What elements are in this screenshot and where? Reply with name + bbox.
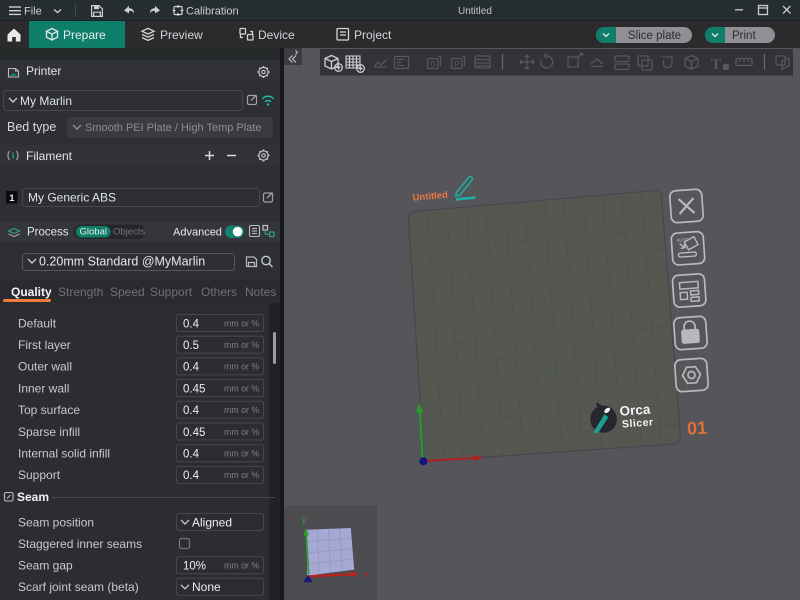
- svg-text:mm or %: mm or %: [224, 318, 259, 328]
- svg-text:Speed: Speed: [110, 285, 145, 299]
- svg-text:Default: Default: [18, 316, 57, 330]
- svg-text:Device: Device: [258, 28, 295, 42]
- svg-text:0.45: 0.45: [183, 427, 205, 439]
- svg-text:Support: Support: [18, 468, 61, 482]
- svg-text:Process: Process: [27, 227, 69, 239]
- svg-text:1: 1: [9, 193, 15, 204]
- svg-text:y: y: [302, 515, 307, 526]
- svg-text:Preview: Preview: [160, 28, 203, 42]
- svg-text:mm or %: mm or %: [224, 449, 259, 459]
- svg-text:Top surface: Top surface: [18, 403, 80, 417]
- svg-text:0.4: 0.4: [183, 449, 200, 461]
- svg-text:Smooth PEI Plate / High Temp P: Smooth PEI Plate / High Temp Plate: [85, 122, 262, 134]
- svg-text:Objects: Objects: [113, 227, 145, 238]
- svg-text:Inner wall: Inner wall: [18, 381, 69, 395]
- svg-text:mm or %: mm or %: [224, 561, 259, 571]
- svg-text:My Generic ABS: My Generic ABS: [28, 191, 116, 205]
- svg-text:0.45: 0.45: [183, 383, 205, 395]
- svg-text:x: x: [365, 570, 370, 581]
- svg-text:0: 0: [431, 59, 436, 69]
- svg-text:Aligned: Aligned: [192, 515, 232, 529]
- svg-text:First layer: First layer: [18, 338, 71, 352]
- svg-text:Project: Project: [354, 28, 392, 42]
- svg-text:Notes: Notes: [245, 285, 276, 299]
- svg-text:Seam position: Seam position: [18, 515, 94, 529]
- svg-text:10%: 10%: [183, 561, 206, 573]
- svg-text:mm or %: mm or %: [224, 427, 259, 437]
- svg-text:Slice plate: Slice plate: [628, 30, 681, 42]
- svg-text:File: File: [24, 6, 42, 18]
- svg-text:Print: Print: [732, 30, 756, 42]
- svg-text:None: None: [192, 580, 221, 594]
- svg-text:mm or %: mm or %: [224, 340, 259, 350]
- svg-text:Bed type: Bed type: [7, 120, 56, 134]
- svg-text:Others: Others: [201, 285, 237, 299]
- svg-text:Sparse infill: Sparse infill: [18, 425, 80, 439]
- svg-text:0.5: 0.5: [183, 340, 199, 352]
- svg-text:Slicer: Slicer: [622, 416, 654, 430]
- svg-text:0.20mm Standard @MyMarlin: 0.20mm Standard @MyMarlin: [39, 255, 205, 269]
- svg-text:mm or %: mm or %: [224, 362, 259, 372]
- svg-text:Prepare: Prepare: [63, 28, 106, 42]
- svg-text:Advanced: Advanced: [173, 227, 222, 239]
- svg-text:Internal solid infill: Internal solid infill: [18, 447, 110, 461]
- svg-text:0.4: 0.4: [183, 362, 200, 374]
- svg-text:Support: Support: [150, 285, 193, 299]
- svg-text:Filament: Filament: [26, 149, 73, 163]
- svg-text:Scarf joint seam (beta): Scarf joint seam (beta): [18, 580, 139, 594]
- svg-text:0.4: 0.4: [183, 405, 200, 417]
- svg-text:Seam gap: Seam gap: [18, 559, 73, 573]
- svg-text:T: T: [711, 57, 721, 73]
- svg-text:Calibration: Calibration: [186, 6, 239, 18]
- svg-text:AUTO: AUTO: [676, 237, 689, 243]
- svg-text:0.4: 0.4: [183, 318, 200, 330]
- svg-text:Printer: Printer: [26, 64, 61, 78]
- svg-text:01: 01: [687, 418, 708, 439]
- svg-text:My Marlin: My Marlin: [20, 94, 72, 108]
- svg-text:Staggered inner seams: Staggered inner seams: [18, 537, 142, 551]
- svg-text:Outer wall: Outer wall: [18, 360, 72, 374]
- svg-text:Quality: Quality: [11, 285, 52, 299]
- svg-text:Global: Global: [80, 227, 107, 238]
- svg-text:mm or %: mm or %: [224, 470, 259, 480]
- svg-text:Strength: Strength: [58, 285, 103, 299]
- svg-text:Seam: Seam: [17, 490, 49, 504]
- svg-text:mm or %: mm or %: [224, 383, 259, 393]
- svg-text:Untitled: Untitled: [458, 6, 492, 17]
- svg-text:0.4: 0.4: [183, 470, 200, 482]
- svg-text:P: P: [455, 59, 461, 69]
- svg-text:mm or %: mm or %: [224, 405, 259, 415]
